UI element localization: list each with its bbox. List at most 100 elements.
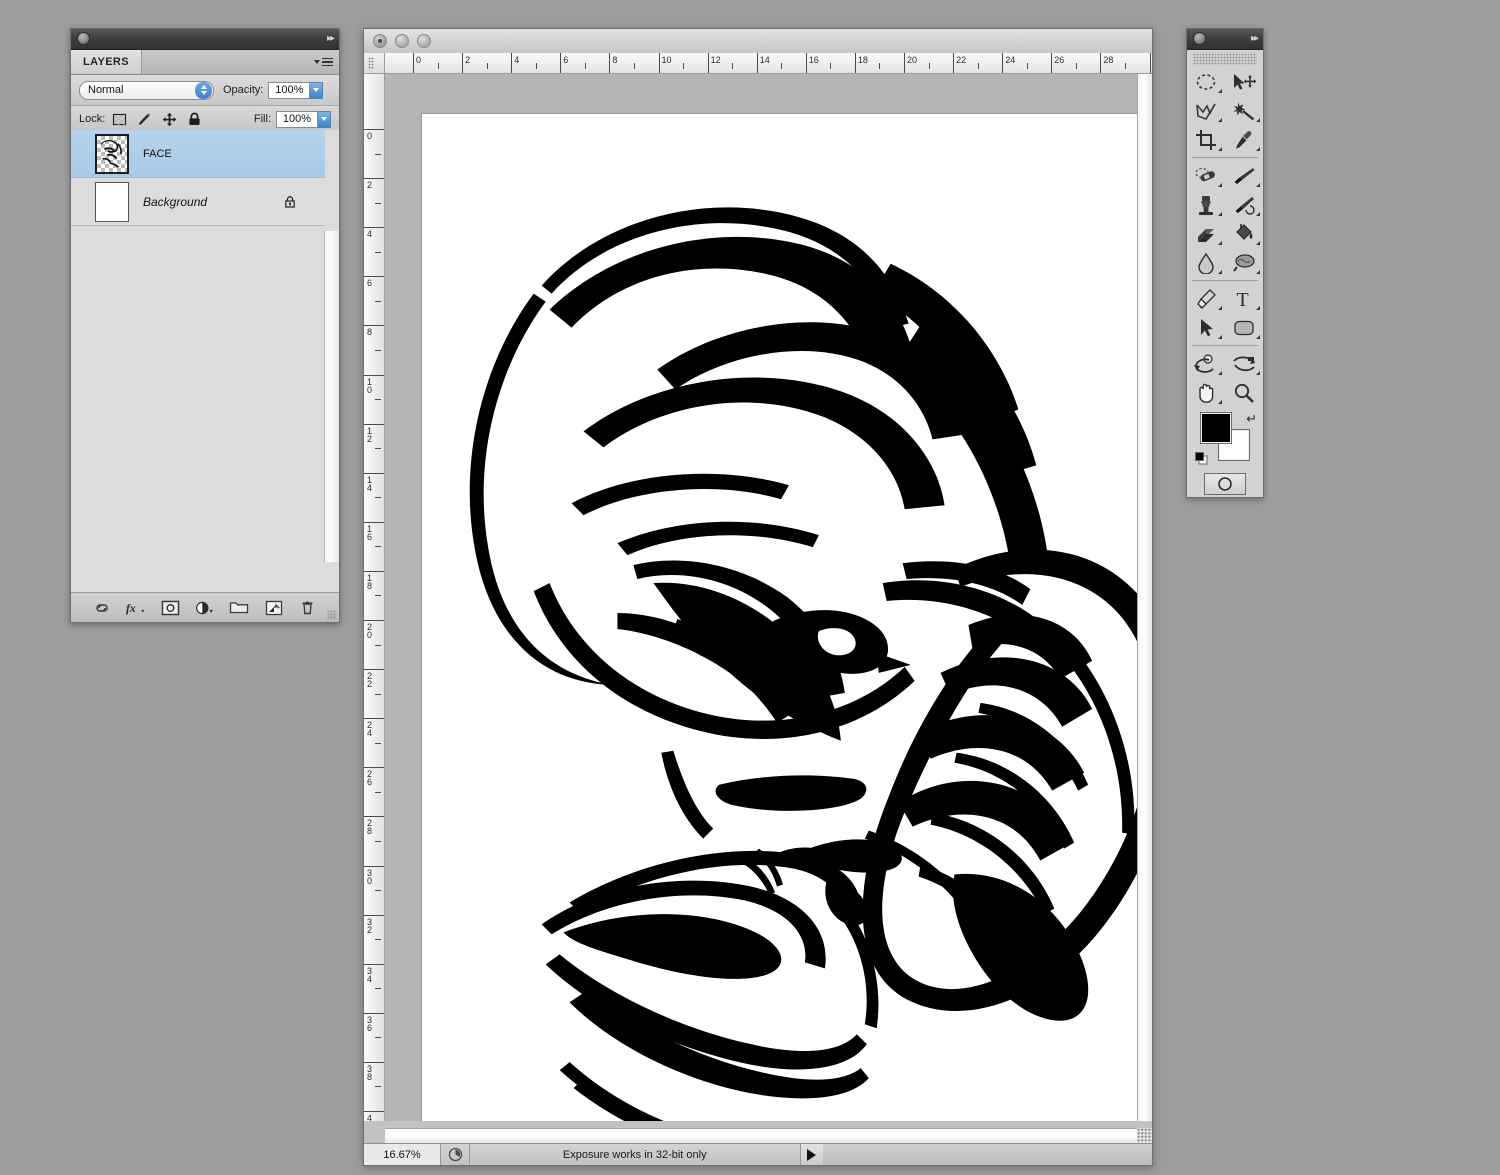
ruler-tick [375,448,381,450]
new-group-icon[interactable] [229,599,249,617]
ruler-tick [375,1086,381,1088]
layer-thumbnail-face[interactable] [95,133,129,174]
dodge-tool[interactable] [1225,248,1263,277]
tools-panel-titlebar[interactable]: ▸▸ [1187,29,1263,50]
timing-icon[interactable] [441,1144,470,1165]
opacity-input[interactable]: 100% [268,81,311,99]
layers-panel-titlebar[interactable]: ▸▸ [71,29,339,50]
status-menu-arrow-icon[interactable] [800,1144,823,1165]
ruler-tick [1026,63,1028,69]
hand-tool[interactable] [1187,378,1225,407]
layer-row-background[interactable]: Background [71,178,325,226]
svg-text:T: T [1237,289,1249,310]
rounded-rectangle-tool[interactable] [1225,313,1263,342]
new-adjustment-layer-icon[interactable] [195,599,215,617]
vertical-ruler[interactable]: 0246810121416182022242628303234363840 [364,74,385,1121]
panel-menu-icon[interactable] [314,55,334,69]
canvas-area[interactable] [385,74,1137,1121]
ruler-tick [364,325,384,327]
lock-all-icon[interactable] [187,112,202,127]
document-vertical-scrollbar[interactable] [1137,74,1152,1121]
ruler-tick [707,53,709,73]
layers-panel: ▸▸ LAYERS Normal Opacity: 100% Lock: Fil… [70,28,340,623]
opacity-dropdown-icon[interactable] [310,81,324,99]
blur-tool[interactable] [1187,248,1225,277]
layer-name-background[interactable]: Background [143,195,283,209]
layer-row-face[interactable]: FACE [71,130,325,178]
delete-layer-icon[interactable] [298,599,318,617]
layer-thumbnail-background[interactable] [95,181,129,222]
tools-group-selection [1187,67,1263,154]
fill-dropdown-icon[interactable] [318,110,331,128]
ruler-tick [364,276,384,278]
zoom-tool[interactable] [1225,378,1263,407]
ruler-tick [781,63,783,69]
ruler-tick [658,53,660,73]
zoom-level-field[interactable]: 16.67% [364,1144,441,1165]
default-colors-icon[interactable] [1195,452,1208,465]
fill-input[interactable]: 100% [276,110,318,128]
3d-orbit-tool[interactable] [1225,349,1263,378]
lock-position-icon[interactable] [162,112,177,127]
spot-healing-brush-tool[interactable] [1187,161,1225,190]
lock-label: Lock: [79,113,106,125]
link-layers-icon[interactable] [92,599,112,617]
brush-tool[interactable] [1225,161,1263,190]
artboard[interactable] [421,113,1137,1121]
layer-name-face[interactable]: FACE [143,148,325,160]
ruler-tick [375,595,381,597]
blend-mode-select[interactable]: Normal [79,80,214,100]
document-resize-grip[interactable] [1137,1128,1152,1143]
window-minimize-icon[interactable] [395,34,409,48]
add-layer-mask-icon[interactable] [161,599,181,617]
lock-transparent-pixels-icon[interactable] [112,112,127,127]
horizontal-ruler[interactable]: 024681012141618202224262830 [385,53,1152,74]
ruler-tick [375,840,381,842]
pen-tool[interactable] [1187,284,1225,313]
crop-tool[interactable] [1187,125,1225,154]
magic-wand-tool[interactable] [1225,96,1263,125]
ruler-label: 38 [366,1063,372,1082]
tools-drag-dots[interactable] [1193,53,1257,65]
document-horizontal-scrollbar[interactable] [385,1128,1137,1143]
eyedropper-tool[interactable] [1225,125,1263,154]
3d-rotate-tool[interactable] [1187,349,1225,378]
edit-in-quick-mask-mode-button[interactable] [1204,473,1246,495]
tools-close-icon[interactable] [1193,32,1206,45]
ruler-label: 6 [563,55,569,65]
rectangular-marquee-tool[interactable] [1187,67,1225,96]
horizontal-type-tool[interactable]: T [1225,284,1263,313]
history-brush-tool[interactable] [1225,190,1263,219]
layer-locked-icon [283,195,297,209]
ruler-label: 12 [710,55,721,65]
path-selection-tool[interactable] [1187,313,1225,342]
ruler-label: 22 [366,671,372,690]
ruler-tick [732,63,734,69]
layer-style-fx-icon[interactable]: fx [126,599,146,617]
foreground-color-swatch[interactable] [1201,413,1231,443]
blend-mode-value: Normal [88,84,124,96]
move-tool[interactable] [1225,67,1263,96]
ruler-origin-corner[interactable] [364,53,385,74]
ruler-tick [511,53,513,73]
ruler-tick [364,1061,384,1063]
new-layer-icon[interactable] [264,599,284,617]
window-close-icon[interactable] [373,34,387,48]
tab-layers[interactable]: LAYERS [71,50,143,74]
layers-panel-scrollbar[interactable] [324,231,339,562]
clone-stamp-tool[interactable] [1187,190,1225,219]
paint-bucket-tool[interactable] [1225,219,1263,248]
panel-resize-grip[interactable] [327,610,337,620]
tools-collapse-icon[interactable]: ▸▸ [1251,33,1259,44]
swap-colors-icon[interactable]: ↵ [1246,411,1257,427]
svg-text:fx: fx [126,601,136,615]
window-zoom-icon[interactable] [417,34,431,48]
panel-close-icon[interactable] [77,32,90,45]
eraser-tool[interactable] [1187,219,1225,248]
lock-image-pixels-icon[interactable] [137,112,152,127]
lasso-tool[interactable] [1187,96,1225,125]
document-titlebar[interactable] [364,29,1152,54]
panel-collapse-icon[interactable]: ▸▸ [327,33,335,44]
ruler-label: 6 [366,278,372,289]
blend-mode-stepper-icon[interactable] [195,81,212,99]
